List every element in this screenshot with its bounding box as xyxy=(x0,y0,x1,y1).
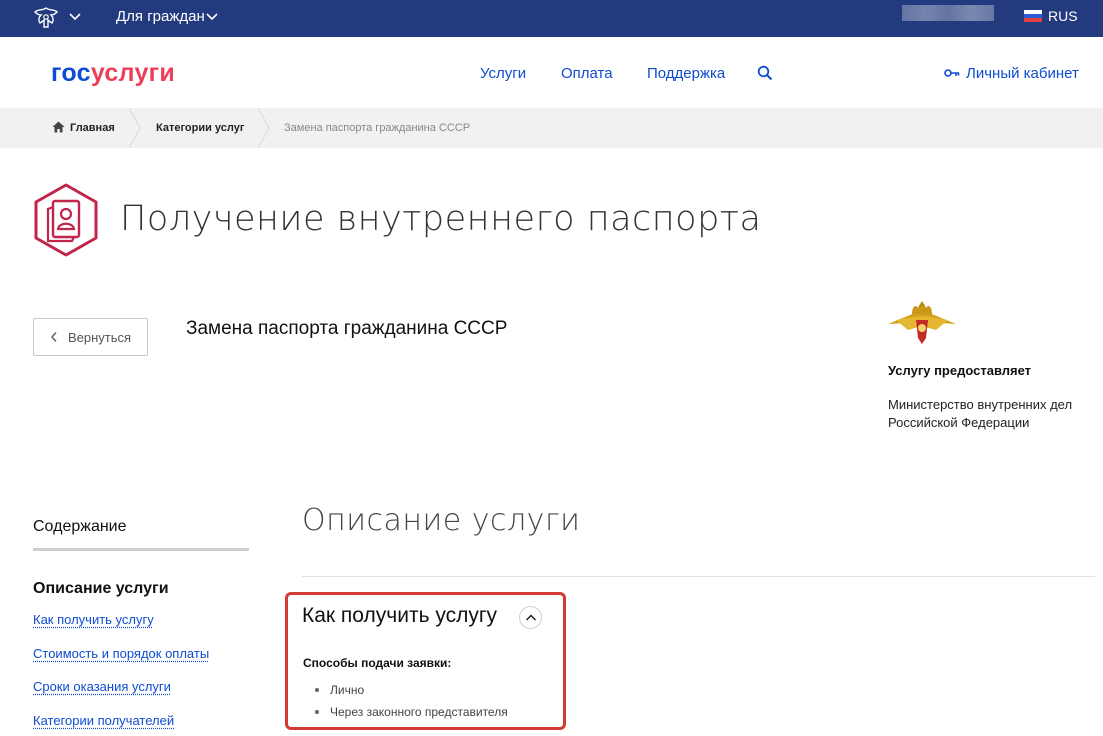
breadcrumb-categories[interactable]: Категории услуг xyxy=(156,122,244,134)
mvd-emblem-icon xyxy=(888,301,956,344)
breadcrumb-separator-icon xyxy=(257,108,270,148)
provider-label: Услугу предоставляет xyxy=(888,363,1032,378)
personal-cabinet-link[interactable]: Личный кабинет xyxy=(966,65,1079,82)
section-divider xyxy=(302,576,1095,577)
toc-current-item: Описание услуги xyxy=(33,580,169,597)
page-title: Получение внутреннего паспорта xyxy=(120,199,762,239)
toc-link-cost[interactable]: Стоимость и порядок оплаты xyxy=(33,646,209,661)
toc-link-terms[interactable]: Сроки оказания услуги xyxy=(33,679,171,694)
key-icon[interactable] xyxy=(944,67,960,79)
breadcrumb-home[interactable]: Главная xyxy=(70,122,115,134)
back-button-label: Вернуться xyxy=(68,330,132,345)
top-bar: Для граждан RUS xyxy=(0,0,1103,37)
toc-title: Содержание xyxy=(33,518,127,535)
site-header: госуслуги Услуги Оплата Поддержка Личный… xyxy=(0,37,1103,108)
chevron-down-icon[interactable] xyxy=(68,9,82,23)
coat-of-arms-icon[interactable] xyxy=(32,5,60,31)
home-icon[interactable] xyxy=(52,121,65,133)
service-name: Замена паспорта гражданина СССР xyxy=(186,318,508,339)
section-title: Описание услуги xyxy=(302,503,581,538)
russian-flag-icon[interactable] xyxy=(1024,10,1042,22)
search-icon[interactable] xyxy=(757,65,773,81)
language-selector[interactable]: RUS xyxy=(1048,8,1078,24)
breadcrumb-separator-icon xyxy=(128,108,141,148)
breadcrumb-current: Замена паспорта гражданина СССР xyxy=(284,122,471,134)
chevron-down-icon[interactable] xyxy=(205,9,219,23)
toc-link-how-to-get[interactable]: Как получить услугу xyxy=(33,612,154,627)
back-button[interactable]: Вернуться xyxy=(33,318,148,356)
highlight-box xyxy=(285,592,566,730)
gosuslugi-logo[interactable]: госуслуги xyxy=(51,59,175,88)
blurred-user-area xyxy=(902,5,994,21)
nav-payment[interactable]: Оплата xyxy=(561,65,613,82)
nav-support[interactable]: Поддержка xyxy=(647,65,725,82)
chevron-left-icon xyxy=(50,332,57,342)
logo-part-gos: гос xyxy=(51,59,91,87)
provider-name: Министерство внутренних дел Российской Ф… xyxy=(888,397,1073,430)
citizens-menu[interactable]: Для граждан xyxy=(116,8,205,25)
logo-part-uslugi: услуги xyxy=(90,59,176,87)
passport-icon xyxy=(34,183,98,257)
breadcrumb: Главная Категории услуг Замена паспорта … xyxy=(0,108,1103,148)
toc-divider xyxy=(33,548,249,551)
nav-services[interactable]: Услуги xyxy=(480,65,526,82)
toc-link-recipients[interactable]: Категории получателей xyxy=(33,713,174,728)
